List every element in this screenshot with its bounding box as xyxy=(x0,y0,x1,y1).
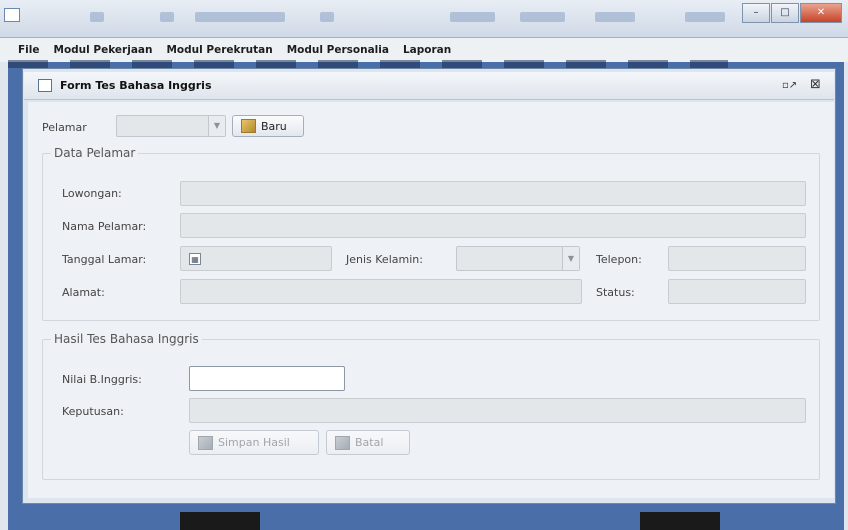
nama-pelamar-field xyxy=(180,213,806,238)
close-window-button[interactable]: ✕ xyxy=(800,3,842,23)
new-button-label: Baru xyxy=(261,119,287,133)
window-controls: – □ ✕ xyxy=(741,3,842,23)
lowongan-label: Lowongan: xyxy=(62,187,122,200)
hasil-tes-legend: Hasil Tes Bahasa Inggris xyxy=(54,332,199,346)
close-frame-icon[interactable]: ⊠ xyxy=(810,77,821,92)
menu-modul-perekrutan[interactable]: Modul Perekrutan xyxy=(166,44,272,56)
background-decoration xyxy=(180,512,260,530)
tanggal-lamar-field: ▦ xyxy=(180,246,332,271)
restore-frame-icon[interactable]: ▫↗ xyxy=(782,80,797,91)
tanggal-lamar-label: Tanggal Lamar: xyxy=(62,253,147,266)
data-pelamar-legend: Data Pelamar xyxy=(54,146,136,160)
nama-pelamar-label: Nama Pelamar: xyxy=(62,220,147,233)
background-decoration xyxy=(640,512,720,530)
app-icon xyxy=(4,8,20,22)
internal-frame-titlebar[interactable]: Form Tes Bahasa Inggris ▫↗ ⊠ xyxy=(24,72,834,100)
menu-file[interactable]: File xyxy=(18,44,40,56)
jenis-kelamin-combobox: ▼ xyxy=(456,246,580,271)
new-icon xyxy=(241,119,256,133)
cancel-button[interactable]: Batal xyxy=(326,430,410,455)
cancel-button-label: Batal xyxy=(355,436,384,449)
save-result-button[interactable]: Simpan Hasil xyxy=(189,430,319,455)
menu-modul-pekerjaan[interactable]: Modul Pekerjaan xyxy=(54,44,153,56)
menu-modul-personalia[interactable]: Modul Personalia xyxy=(287,44,389,56)
alamat-label: Alamat: xyxy=(62,286,105,299)
pelamar-label: Pelamar xyxy=(42,121,87,134)
new-button[interactable]: Baru xyxy=(232,115,304,137)
nilai-input[interactable] xyxy=(189,366,345,391)
window-titlebar: – □ ✕ xyxy=(0,0,848,38)
lowongan-field xyxy=(180,181,806,206)
cancel-icon xyxy=(335,435,350,450)
keputusan-field xyxy=(189,398,806,423)
menu-bar: File Modul Pekerjaan Modul Perekrutan Mo… xyxy=(0,38,848,62)
jenis-kelamin-label: Jenis Kelamin: xyxy=(346,253,423,266)
nilai-label: Nilai B.Inggris: xyxy=(62,373,142,386)
minimize-button[interactable]: – xyxy=(742,3,770,23)
menu-laporan[interactable]: Laporan xyxy=(403,44,451,56)
frame-window-icon xyxy=(38,79,52,92)
maximize-button[interactable]: □ xyxy=(771,3,799,23)
keputusan-label: Keputusan: xyxy=(62,405,124,418)
telepon-field xyxy=(668,246,806,271)
telepon-label: Telepon: xyxy=(596,253,642,266)
save-icon xyxy=(198,435,213,450)
chevron-down-icon[interactable]: ▼ xyxy=(208,116,225,136)
status-field xyxy=(668,279,806,304)
background-decoration xyxy=(8,60,728,68)
save-result-label: Simpan Hasil xyxy=(218,436,290,449)
alamat-field xyxy=(180,279,582,304)
calendar-icon[interactable]: ▦ xyxy=(189,253,201,265)
frame-title: Form Tes Bahasa Inggris xyxy=(60,79,212,92)
status-label: Status: xyxy=(596,286,635,299)
chevron-down-icon: ▼ xyxy=(562,247,579,270)
pelamar-combobox[interactable]: ▼ xyxy=(116,115,226,137)
